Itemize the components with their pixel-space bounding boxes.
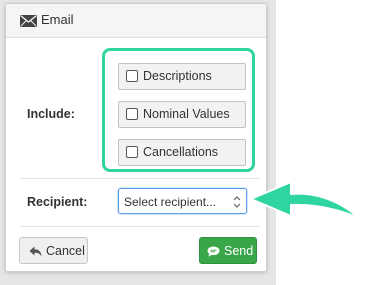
recipient-select-value: Select recipient... xyxy=(124,195,217,209)
nominal-values-checkbox-button[interactable]: Nominal Values xyxy=(118,101,246,128)
cancellations-label: Cancellations xyxy=(143,145,219,159)
dialog-title: Email xyxy=(41,12,74,27)
cancel-button[interactable]: Cancel xyxy=(19,237,88,264)
section-divider xyxy=(20,178,260,179)
descriptions-checkbox[interactable] xyxy=(126,70,138,82)
cancellations-checkbox-button[interactable]: Cancellations xyxy=(118,139,246,166)
chevron-updown-icon xyxy=(233,196,241,208)
reply-icon xyxy=(29,246,42,257)
descriptions-checkbox-button[interactable]: Descriptions xyxy=(118,63,246,90)
chat-bubble-icon xyxy=(207,246,220,257)
cancel-button-label: Cancel xyxy=(46,244,85,258)
envelope-icon xyxy=(20,15,37,27)
nominal-values-checkbox[interactable] xyxy=(126,108,138,120)
descriptions-label: Descriptions xyxy=(143,69,212,83)
dialog-header: Email xyxy=(6,4,266,38)
recipient-label: Recipient: xyxy=(27,195,88,209)
cancellations-checkbox[interactable] xyxy=(126,146,138,158)
callout-arrow-icon xyxy=(250,181,360,219)
footer-divider xyxy=(20,226,260,227)
send-button-label: Send xyxy=(224,244,254,258)
include-label: Include: xyxy=(27,107,75,121)
recipient-select[interactable]: Select recipient... xyxy=(118,188,247,214)
send-button[interactable]: Send xyxy=(199,237,257,264)
email-dialog: Email Include: Descriptions Nominal Valu… xyxy=(5,3,267,272)
nominal-values-label: Nominal Values xyxy=(143,107,230,121)
